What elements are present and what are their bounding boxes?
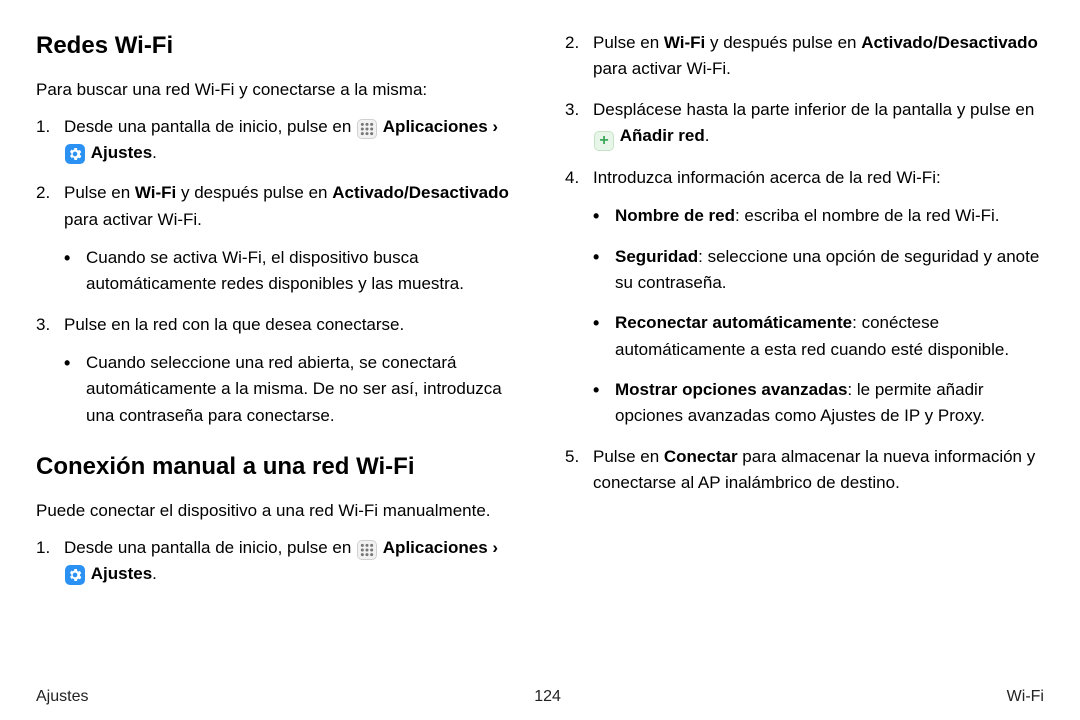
step-3-bullet: Cuando seleccione una red abierta, se co… [64, 350, 515, 429]
heading-redes-wifi: Redes Wi-Fi [36, 30, 515, 61]
step-1-text: Desde una pantalla de inicio, pulse en [64, 117, 356, 136]
right-column: Pulse en Wi-Fi y después pulse en Activa… [565, 30, 1044, 601]
intro-text: Para buscar una red Wi-Fi y conectarse a… [36, 77, 515, 103]
period: . [705, 126, 710, 145]
settings-icon [65, 144, 85, 164]
r4-sublist: Nombre de red: escriba el nombre de la r… [593, 203, 1044, 429]
add-network-label: Añadir red [620, 126, 705, 145]
settings-label: Ajustes [91, 143, 152, 162]
manual-step-1: Desde una pantalla de inicio, pulse en A… [36, 535, 515, 588]
step-2: Pulse en Wi-Fi y después pulse en Activa… [36, 180, 515, 297]
r5-a: Pulse en [593, 447, 664, 466]
step-2-sublist: Cuando se activa Wi-Fi, el dispositivo b… [64, 245, 515, 298]
b3-title: Reconectar automáticamente [615, 313, 852, 332]
b1-rest: : escriba el nombre de la red Wi-Fi. [735, 206, 1000, 225]
conectar-bold: Conectar [664, 447, 738, 466]
chevron-icon: › [492, 538, 498, 557]
wifi-bold: Wi-Fi [135, 183, 176, 202]
apps-icon [357, 540, 377, 560]
step-1: Desde una pantalla de inicio, pulse en A… [36, 114, 515, 167]
settings-icon [65, 565, 85, 585]
left-column: Redes Wi-Fi Para buscar una red Wi-Fi y … [36, 30, 515, 601]
onoff-bold: Activado/Desactivado [861, 33, 1038, 52]
heading-conexion-manual: Conexión manual a una red Wi-Fi [36, 451, 515, 482]
step-3-sublist: Cuando seleccione una red abierta, se co… [64, 350, 515, 429]
settings-label: Ajustes [91, 564, 152, 583]
r2-b: y después pulse en [705, 33, 861, 52]
step-2-text-b: y después pulse en [176, 183, 332, 202]
b2-title: Seguridad [615, 247, 698, 266]
r3-a: Desplácese hasta la parte inferior de la… [593, 100, 1034, 119]
apps-label: Aplicaciones [383, 538, 488, 557]
page-footer: Ajustes 124 Wi-Fi [36, 688, 1044, 706]
steps-list-1: Desde una pantalla de inicio, pulse en A… [36, 114, 515, 429]
footer-right: Wi-Fi [1007, 688, 1044, 706]
steps-list-continued: Pulse en Wi-Fi y después pulse en Activa… [565, 30, 1044, 496]
b4-title: Mostrar opciones avanzadas [615, 380, 847, 399]
step-3: Pulse en la red con la que desea conecta… [36, 312, 515, 429]
r4-text: Introduzca información acerca de la red … [593, 168, 941, 187]
step-2-text-c: para activar Wi-Fi. [64, 210, 202, 229]
r-step-4: Introduzca información acerca de la red … [565, 165, 1044, 430]
r-step-3: Desplácese hasta la parte inferior de la… [565, 97, 1044, 151]
steps-list-2: Desde una pantalla de inicio, pulse en A… [36, 535, 515, 588]
onoff-bold: Activado/Desactivado [332, 183, 509, 202]
bullet-reconectar: Reconectar automáticamente: conéctese au… [593, 310, 1044, 363]
chevron-icon: › [492, 117, 498, 136]
manual-step-1-text: Desde una pantalla de inicio, pulse en [64, 538, 356, 557]
r-step-2: Pulse en Wi-Fi y después pulse en Activa… [565, 30, 1044, 83]
period: . [152, 143, 157, 162]
bullet-nombre: Nombre de red: escriba el nombre de la r… [593, 203, 1044, 229]
r-step-5: Pulse en Conectar para almacenar la nuev… [565, 444, 1044, 497]
footer-page-number: 124 [534, 688, 561, 706]
bullet-seguridad: Seguridad: seleccione una opción de segu… [593, 244, 1044, 297]
r2-c: para activar Wi-Fi. [593, 59, 731, 78]
step-2-text-a: Pulse en [64, 183, 135, 202]
intro2-text: Puede conectar el dispositivo a una red … [36, 498, 515, 524]
plus-icon: + [594, 131, 614, 151]
b1-title: Nombre de red [615, 206, 735, 225]
step-2-bullet: Cuando se activa Wi-Fi, el dispositivo b… [64, 245, 515, 298]
apps-label: Aplicaciones [383, 117, 488, 136]
footer-left: Ajustes [36, 688, 88, 706]
apps-icon [357, 119, 377, 139]
step-3-text: Pulse en la red con la que desea conecta… [64, 315, 404, 334]
bullet-avanzadas: Mostrar opciones avanzadas: le permite a… [593, 377, 1044, 430]
period: . [152, 564, 157, 583]
r2-a: Pulse en [593, 33, 664, 52]
wifi-bold: Wi-Fi [664, 33, 705, 52]
